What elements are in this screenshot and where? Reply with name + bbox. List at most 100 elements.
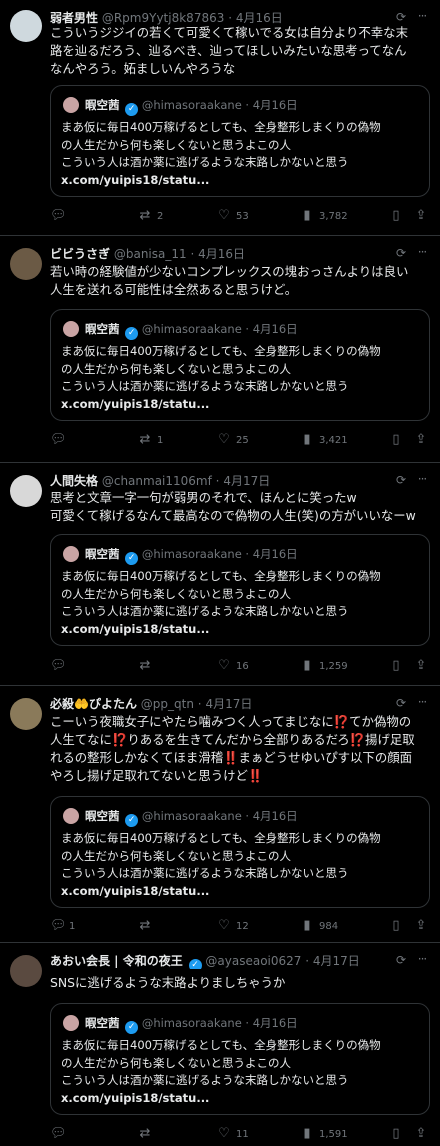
separator-dot: · (215, 474, 220, 488)
author-name[interactable]: 人間失格 (50, 474, 98, 488)
action-bar: 💬︎ ⇄ 2 ♡ 53 ▮ 3,782 ▯ ⇪ (50, 208, 430, 224)
author-handle[interactable]: @chanmai1106mf (102, 474, 212, 488)
tweet[interactable]: あおい会長 | 令和の夜王 ✓ @ayaseaoi0627 · 4月17日 ⟳ … (0, 942, 440, 1146)
tweet-date[interactable]: 4月17日 (223, 474, 270, 488)
quote-link[interactable]: x.com/yuipis18/statu... (61, 1090, 423, 1108)
more-icon[interactable]: ··· (414, 8, 430, 24)
grok-icon[interactable]: ⟳ (396, 953, 410, 967)
quoted-tweet[interactable]: 暇空茜 ✓ @himasoraakane · 4月16日 まあ仮に毎日400万稼… (50, 796, 430, 908)
verified-badge-icon: ✓ (125, 814, 139, 827)
bookmark-button[interactable]: ▯ (389, 918, 408, 934)
avatar[interactable] (10, 10, 42, 42)
quote-author-name: 暇空茜 (85, 98, 120, 112)
share-button[interactable]: ⇪ (414, 432, 433, 448)
separator-dot: · (305, 954, 310, 968)
share-button[interactable]: ⇪ (414, 918, 433, 934)
share-icon: ⇪ (415, 208, 427, 223)
reply-icon: 💬︎ (50, 432, 67, 447)
quoted-tweet[interactable]: 暇空茜 ✓ @himasoraakane · 4月16日 まあ仮に毎日400万稼… (50, 534, 430, 646)
retweet-button[interactable]: ⇄ (138, 918, 157, 934)
reply-icon: 💬︎ (50, 208, 67, 223)
views-icon: ▮ (303, 432, 311, 447)
more-icon[interactable]: ··· (414, 244, 430, 260)
share-button[interactable]: ⇪ (414, 208, 433, 224)
retweet-button[interactable]: ⇄ 2 (138, 208, 164, 224)
quote-date: 4月16日 (252, 809, 298, 823)
retweet-icon: ⇄ (139, 208, 151, 223)
tweet-date[interactable]: 4月17日 (205, 697, 252, 711)
quote-text: まあ仮に毎日400万稼げるとしても、全身整形しまくりの偽物 の人生だから何も楽し… (61, 343, 423, 413)
reply-count: 1 (69, 921, 76, 932)
reply-button[interactable]: 💬︎ (50, 658, 69, 674)
quote-author-handle: @himasoraakane (141, 322, 242, 336)
bookmark-button[interactable]: ▯ (389, 1126, 408, 1142)
bookmark-button[interactable]: ▯ (389, 432, 408, 448)
like-button[interactable]: ♡ 16 (217, 658, 249, 674)
bookmark-button[interactable]: ▯ (389, 208, 408, 224)
quote-avatar (63, 321, 79, 337)
retweet-count: 1 (157, 435, 164, 446)
quote-link[interactable]: x.com/yuipis18/statu... (61, 621, 423, 639)
tweet[interactable]: 人間失格 @chanmai1106mf · 4月17日 ⟳ ··· 思考と文章一… (0, 462, 440, 685)
reply-button[interactable]: 💬︎ (50, 208, 69, 224)
like-button[interactable]: ♡ 11 (217, 1126, 249, 1142)
tweet-date[interactable]: 4月16日 (198, 247, 245, 261)
avatar[interactable] (10, 475, 42, 507)
grok-icon[interactable]: ⟳ (396, 473, 410, 487)
like-button[interactable]: ♡ 25 (217, 432, 249, 448)
share-button[interactable]: ⇪ (414, 658, 433, 674)
quote-link[interactable]: x.com/yuipis18/statu... (61, 883, 423, 901)
views-button[interactable]: ▮ 3,421 (300, 432, 347, 448)
views-icon: ▮ (303, 918, 311, 933)
retweet-button[interactable]: ⇄ 1 (138, 432, 164, 448)
like-button[interactable]: ♡ 12 (217, 918, 249, 934)
bookmark-button[interactable]: ▯ (389, 658, 408, 674)
reply-button[interactable]: 💬︎ (50, 432, 69, 448)
tweet-date[interactable]: 4月16日 (236, 11, 283, 25)
quoted-tweet[interactable]: 暇空茜 ✓ @himasoraakane · 4月16日 まあ仮に毎日400万稼… (50, 309, 430, 421)
tweet-header: ビビうさぎ @banisa_11 · 4月16日 (50, 246, 400, 262)
quote-link[interactable]: x.com/yuipis18/statu... (61, 172, 423, 190)
author-name[interactable]: 必殺🤲ぴよたん (50, 697, 137, 711)
avatar[interactable] (10, 955, 42, 987)
views-button[interactable]: ▮ 1,259 (300, 658, 347, 674)
author-handle[interactable]: @banisa_11 (114, 247, 187, 261)
retweet-button[interactable]: ⇄ (138, 658, 157, 674)
heart-icon: ♡ (218, 432, 230, 447)
share-button[interactable]: ⇪ (414, 1126, 433, 1142)
quoted-tweet[interactable]: 暇空茜 ✓ @himasoraakane · 4月16日 まあ仮に毎日400万稼… (50, 85, 430, 197)
more-icon[interactable]: ··· (414, 694, 430, 710)
tweet-date[interactable]: 4月17日 (313, 954, 360, 968)
avatar[interactable] (10, 698, 42, 730)
reply-button[interactable]: 💬︎ 1 (50, 918, 75, 934)
author-handle[interactable]: @pp_qtn (141, 697, 194, 711)
views-icon: ▮ (303, 658, 311, 673)
retweet-button[interactable]: ⇄ (138, 1126, 157, 1142)
grok-icon[interactable]: ⟳ (396, 246, 410, 260)
views-button[interactable]: ▮ 1,591 (300, 1126, 347, 1142)
quote-link[interactable]: x.com/yuipis18/statu... (61, 396, 423, 414)
quoted-tweet[interactable]: 暇空茜 ✓ @himasoraakane · 4月16日 まあ仮に毎日400万稼… (50, 1003, 430, 1115)
tweet[interactable]: ビビうさぎ @banisa_11 · 4月16日 ⟳ ··· 若い時の経験値が少… (0, 235, 440, 462)
views-button[interactable]: ▮ 3,782 (300, 208, 347, 224)
author-name[interactable]: ビビうさぎ (50, 247, 110, 261)
author-name[interactable]: あおい会長 | 令和の夜王 (50, 954, 183, 968)
reply-button[interactable]: 💬︎ (50, 1126, 69, 1142)
views-icon: ▮ (303, 1126, 311, 1141)
tweet[interactable]: 弱者男性 @Rpm9Yytj8k87863 · 4月16日 ⟳ ··· こういう… (0, 0, 440, 235)
grok-icon[interactable]: ⟳ (396, 10, 410, 24)
author-name[interactable]: 弱者男性 (50, 11, 98, 25)
verified-badge-icon: ✓ (125, 552, 139, 565)
author-handle[interactable]: @ayaseaoi0627 (205, 954, 301, 968)
like-button[interactable]: ♡ 53 (217, 208, 249, 224)
author-handle[interactable]: @Rpm9Yytj8k87863 (102, 11, 225, 25)
quote-text: まあ仮に毎日400万稼げるとしても、全身整形しまくりの偽物 の人生だから何も楽し… (61, 119, 423, 189)
grok-icon[interactable]: ⟳ (396, 696, 410, 710)
more-icon[interactable]: ··· (414, 951, 430, 967)
quote-text: まあ仮に毎日400万稼げるとしても、全身整形しまくりの偽物 の人生だから何も楽し… (61, 568, 423, 638)
tweet[interactable]: 必殺🤲ぴよたん @pp_qtn · 4月17日 ⟳ ··· こーいう夜職女子にや… (0, 685, 440, 942)
more-icon[interactable]: ··· (414, 471, 430, 487)
tweet-text: こういうジジイの若くて可愛くて稼いでる女は自分より不幸な末 路を辿るだろう、辿る… (50, 25, 408, 76)
views-button[interactable]: ▮ 984 (300, 918, 338, 934)
avatar[interactable] (10, 248, 42, 280)
